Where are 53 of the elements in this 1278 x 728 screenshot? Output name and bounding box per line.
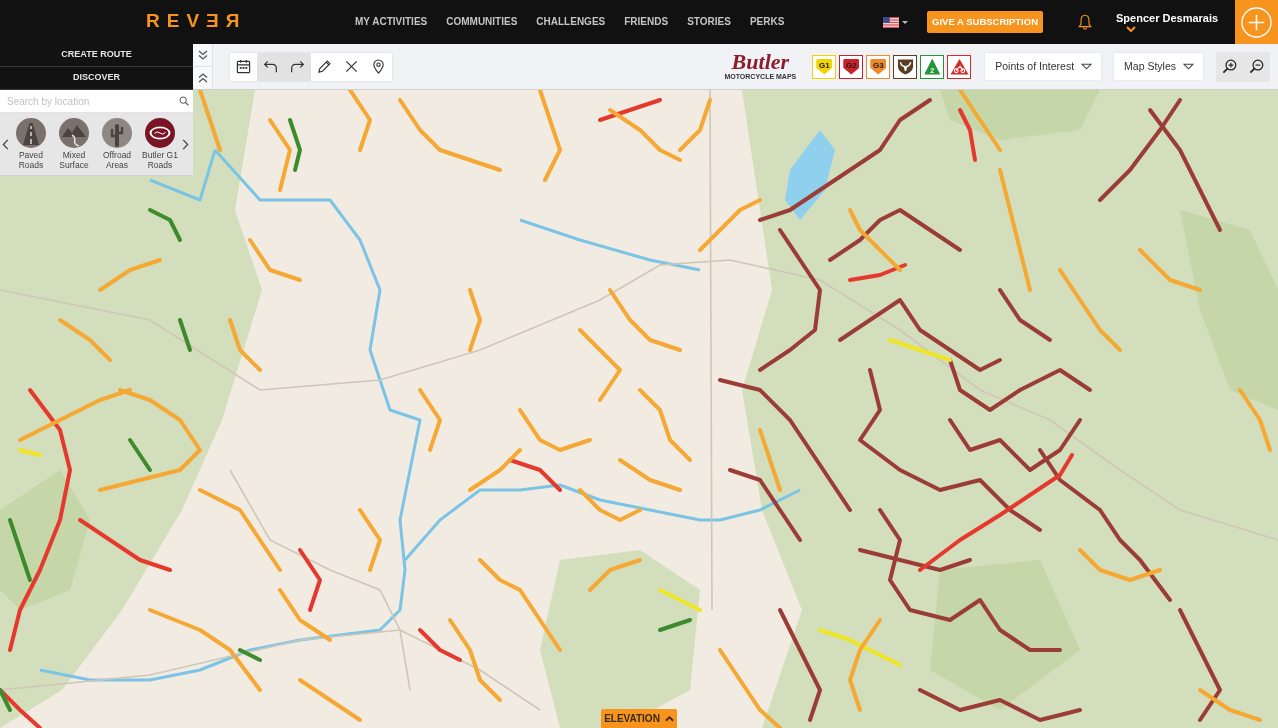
zoom-in-icon[interactable] (1222, 59, 1237, 74)
nav-link[interactable]: COMMUNITIES (446, 10, 518, 34)
calendar-button[interactable] (230, 52, 257, 81)
add-marker-button[interactable] (365, 52, 392, 81)
map-pin-icon (371, 59, 386, 74)
route-filter-button[interactable]: G1 (812, 54, 837, 79)
nav-link[interactable]: MY ACTIVITIES (355, 10, 428, 34)
dropdown-button[interactable]: Points of Interest (985, 53, 1102, 80)
motorcycle-sign-icon (949, 58, 969, 75)
plus-circle-icon (1241, 6, 1272, 38)
double-chevron-up-icon[interactable] (197, 72, 208, 83)
draw-button[interactable] (311, 52, 338, 81)
caret-down-icon (1081, 63, 1093, 70)
calendar-icon (236, 59, 251, 74)
sidebar-menu-button[interactable]: CREATE ROUTE (0, 44, 193, 67)
brand-name: Butler (731, 52, 790, 72)
nav-link[interactable]: PERKS (749, 10, 785, 34)
brand-logo[interactable]: REVƎЯ (146, 10, 247, 31)
nav-link[interactable]: STORIES (687, 10, 731, 34)
sidebar-menu-button[interactable]: DISCOVER (0, 67, 193, 90)
bull-shield-icon (896, 58, 914, 75)
oval-emblem-icon (145, 117, 175, 148)
chevron-left-icon[interactable] (2, 138, 9, 150)
undo-icon (263, 59, 278, 74)
chevron-down-icon (1126, 26, 1136, 33)
dropdown-button[interactable]: Map Styles (1114, 53, 1203, 80)
cactus-icon (102, 117, 132, 148)
language-selector[interactable] (883, 16, 909, 28)
map-drawing[interactable] (0, 90, 1278, 728)
mountain-road-icon (59, 117, 89, 148)
caret-down-icon (1183, 63, 1194, 70)
road-icon (16, 117, 46, 148)
route-filter-button[interactable] (893, 54, 918, 79)
route-filter-button[interactable]: G3 (866, 54, 891, 79)
caret-icon (902, 20, 909, 24)
nav-link[interactable]: FRIENDS (624, 10, 669, 34)
road-type-item[interactable]: Offroad Areas (96, 117, 138, 171)
chevron-up-icon (664, 715, 674, 722)
double-chevron-down-icon[interactable] (197, 50, 208, 60)
notification-bell-icon[interactable] (1078, 14, 1092, 30)
zoom-out-icon[interactable] (1249, 59, 1264, 74)
road-type-item[interactable]: Paved Roads (10, 117, 52, 171)
pencil-icon (317, 59, 332, 74)
chevron-right-icon[interactable] (182, 138, 189, 150)
route-filter-button[interactable] (947, 54, 972, 79)
elevation-button[interactable]: ELEVATION (601, 709, 677, 728)
redo-icon (290, 59, 305, 74)
close-icon (344, 59, 359, 74)
nav-link[interactable]: CHALLENGES (536, 10, 606, 34)
road-type-item[interactable]: Butler G1 Roads (139, 117, 181, 171)
flag-icon (883, 16, 900, 28)
search-icon[interactable] (179, 96, 189, 106)
road-type-item[interactable]: Mixed Surface (53, 117, 95, 171)
